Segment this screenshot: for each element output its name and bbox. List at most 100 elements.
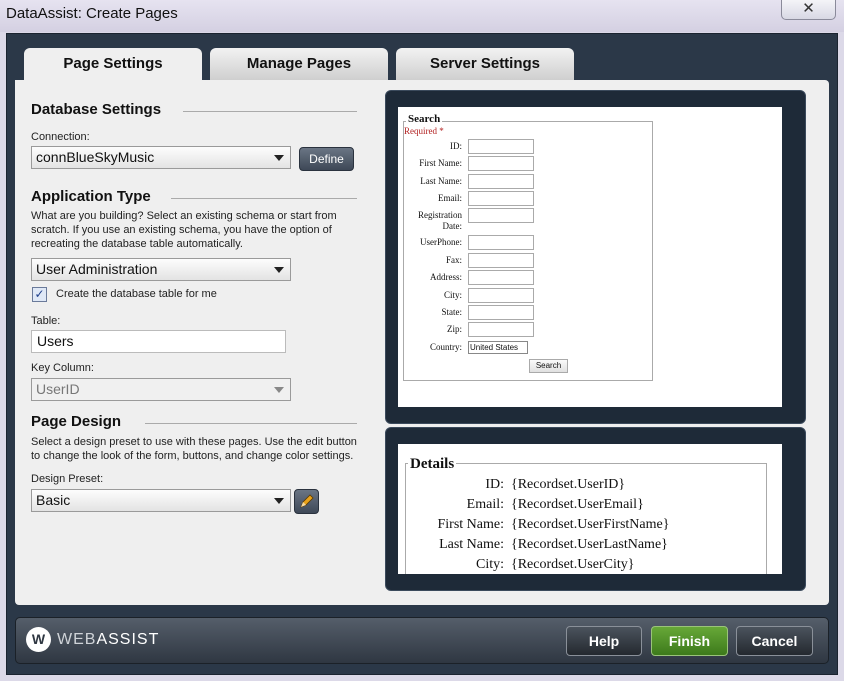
chevron-down-icon [274, 387, 284, 393]
details-legend: Details [408, 456, 457, 473]
detail-value: {Recordset.UserID} [511, 477, 626, 492]
chevron-down-icon [274, 267, 284, 273]
pencil-icon [300, 494, 314, 508]
detail-value: {Recordset.UserCity} [511, 557, 635, 572]
connection-value: connBlueSkyMusic [36, 149, 155, 165]
dialog-footer: W WEBASSIST Help Finish Cancel [15, 617, 829, 664]
close-button[interactable]: ✕ [781, 0, 836, 20]
title-bar: DataAssist: Create Pages ✕ [0, 0, 844, 32]
design-preset-label: Design Preset: [31, 473, 104, 485]
search-field-row: Email: [398, 191, 778, 208]
search-field-row: First Name: [398, 156, 778, 173]
search-field-input[interactable] [468, 288, 534, 303]
search-field-row: Zip: [398, 322, 778, 339]
application-type-description: What are you building? Select an existin… [31, 210, 337, 250]
window-title: DataAssist: Create Pages [6, 5, 178, 22]
logo-web: WEB [57, 631, 97, 648]
detail-label: ID: [485, 477, 504, 492]
search-field-input[interactable] [468, 322, 534, 337]
details-preview-page: Details ID: {Recordset.UserID} Email: {R… [398, 444, 782, 574]
section-divider [145, 423, 357, 424]
field-label: Country: [429, 342, 462, 352]
search-field-input[interactable] [468, 139, 534, 154]
webassist-logo-icon: W [26, 627, 51, 652]
field-label: City: [443, 290, 462, 300]
country-value: United States [470, 343, 519, 352]
key-column-label: Key Column: [31, 362, 94, 374]
field-label: UserPhone: [420, 237, 462, 247]
application-type-title: Application Type [31, 188, 151, 205]
search-field-input[interactable] [468, 156, 534, 171]
search-preview-pane: Search Required * ID: First Name: Last N… [385, 90, 806, 424]
dialog-frame: Page Settings Manage Pages Server Settin… [6, 33, 838, 675]
search-field-row: Address: [398, 270, 778, 287]
search-field-row: Fax: [398, 253, 778, 270]
search-field-row: UserPhone: [398, 235, 778, 252]
application-type-value: User Administration [36, 261, 158, 277]
create-table-checkbox[interactable]: ✓ [32, 287, 47, 302]
search-field-input[interactable] [468, 235, 534, 250]
design-preset-select[interactable]: Basic [31, 489, 291, 512]
detail-label: Email: [466, 497, 504, 512]
page-design-description: Select a design preset to use with these… [31, 436, 357, 462]
application-type-select[interactable]: User Administration [31, 258, 291, 281]
field-label: First Name: [419, 158, 462, 168]
search-preview-page: Search Required * ID: First Name: Last N… [398, 107, 782, 407]
search-field-input[interactable] [468, 191, 534, 206]
section-divider [171, 198, 357, 199]
field-label: ID: [450, 141, 462, 151]
define-button[interactable]: Define [299, 147, 354, 171]
field-label: Email: [438, 193, 462, 203]
create-table-label: Create the database table for me [56, 288, 217, 300]
page-settings-panel: Database Settings Connection: connBlueSk… [15, 80, 829, 605]
chevron-down-icon [274, 155, 284, 161]
details-preview-pane: Details ID: {Recordset.UserID} Email: {R… [385, 427, 806, 591]
field-label: Fax: [445, 255, 462, 265]
finish-button[interactable]: Finish [651, 626, 728, 656]
field-label: Registration Date: [418, 210, 462, 231]
key-column-select[interactable]: UserID [31, 378, 291, 401]
design-preset-value: Basic [36, 492, 71, 508]
search-field-input[interactable] [468, 208, 534, 223]
detail-label: First Name: [437, 517, 505, 532]
search-field-row: State: [398, 305, 778, 322]
tab-manage-pages[interactable]: Manage Pages [210, 48, 388, 80]
tab-server-settings[interactable]: Server Settings [396, 48, 574, 80]
page-design-title: Page Design [31, 413, 122, 430]
country-select[interactable]: United States [468, 341, 528, 354]
field-label: Zip: [447, 324, 462, 334]
section-divider [183, 111, 357, 112]
search-field-row: Country: United States [398, 340, 778, 357]
search-field-row: City: [398, 288, 778, 305]
database-settings-title: Database Settings [31, 101, 162, 118]
search-field-input[interactable] [468, 253, 534, 268]
logo-assist: ASSIST [96, 631, 160, 648]
connection-label: Connection: [31, 131, 90, 143]
connection-select[interactable]: connBlueSkyMusic [31, 146, 291, 169]
search-field-input[interactable] [468, 270, 534, 285]
search-field-row: Last Name: [398, 174, 778, 191]
field-label: Address: [430, 272, 462, 282]
tab-page-settings[interactable]: Page Settings [24, 48, 202, 82]
chevron-down-icon [274, 498, 284, 504]
search-field-row: ID: [398, 139, 778, 156]
detail-label: City: [475, 557, 504, 572]
help-button[interactable]: Help [566, 626, 642, 656]
search-legend: Search [406, 113, 443, 125]
search-field-input[interactable] [468, 174, 534, 189]
detail-value: {Recordset.UserFirstName} [511, 517, 670, 532]
search-button[interactable]: Search [529, 359, 568, 373]
checkmark-icon: ✓ [34, 287, 45, 301]
key-column-value: UserID [36, 381, 80, 397]
table-input[interactable]: Users [31, 330, 286, 353]
field-label: State: [441, 307, 463, 317]
cancel-button[interactable]: Cancel [736, 626, 813, 656]
detail-value: {Recordset.UserLastName} [511, 537, 668, 552]
required-note: Required * [404, 126, 444, 136]
edit-design-button[interactable] [294, 489, 319, 514]
search-field-row: Registration Date: [398, 208, 778, 236]
detail-value: {Recordset.UserEmail} [511, 497, 644, 512]
webassist-logo: WEBASSIST [57, 631, 159, 649]
field-label: Last Name: [420, 176, 462, 186]
search-field-input[interactable] [468, 305, 534, 320]
